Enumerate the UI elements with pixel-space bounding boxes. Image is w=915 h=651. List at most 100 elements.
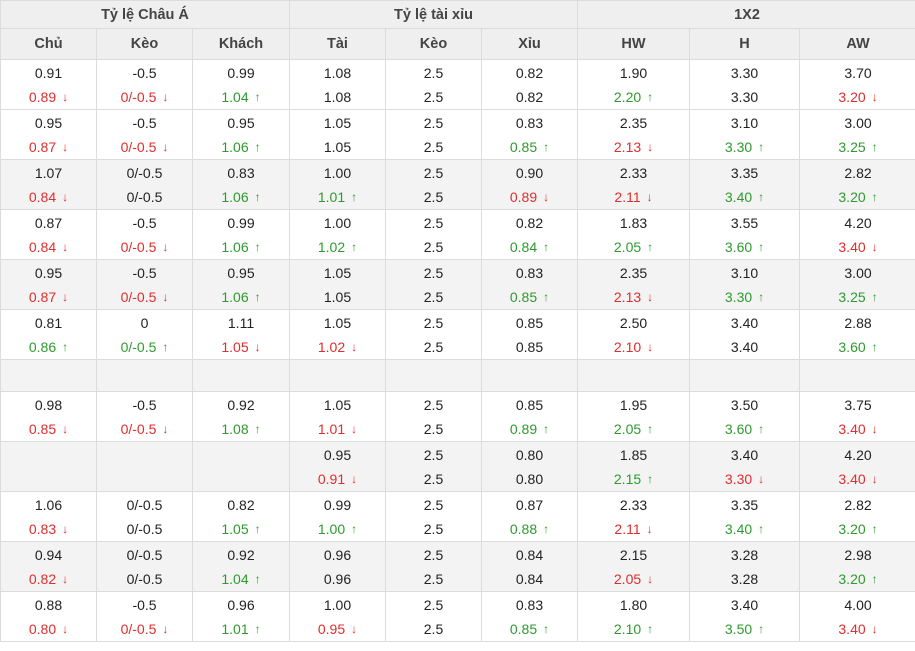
odds-value: 3.40 (730, 315, 759, 331)
odds-cell: 2.33 (577, 159, 691, 185)
arrow-up-icon: ↑ (254, 290, 261, 304)
odds-cell: 1.80 (577, 591, 691, 617)
odds-cell: 0.96 (289, 541, 386, 567)
odds-value: 0.86 (28, 339, 57, 355)
odds-cell: 2.11 ↓ (577, 185, 691, 210)
odds-cell: 3.00 (799, 259, 915, 285)
odds-cell: 3.30 (689, 59, 801, 85)
odds-cell: 3.60 ↑ (689, 235, 801, 260)
arrow-up-icon: ↑ (254, 572, 261, 586)
odds-value: 3.30 (724, 471, 753, 487)
odds-value: 2.15 (613, 471, 642, 487)
odds-cell (96, 467, 193, 492)
odds-cell: 0.95 (192, 259, 290, 285)
odds-cell (192, 441, 290, 467)
odds-cell: 2.5 (385, 259, 482, 285)
odds-value: 2.50 (619, 315, 648, 331)
odds-value: 0.89 (28, 89, 57, 105)
odds-value: 0.95 (227, 115, 255, 131)
odds-value: 2.5 (423, 315, 444, 331)
odds-cell: 0.99 (192, 59, 290, 85)
odds-cell: 3.10 (689, 259, 801, 285)
odds-panel: Tỷ lệ Châu Á Tỷ lệ tài xỉu 1X2 Chủ Kèo K… (0, 0, 915, 651)
odds-cell: 0.95 (0, 259, 97, 285)
arrow-up-icon: ↑ (254, 90, 261, 104)
odds-value: -0.5 (132, 397, 157, 413)
odds-cell: 0.85 ↓ (0, 417, 97, 442)
odds-value: -0.5 (132, 115, 157, 131)
odds-cell: 2.11 ↓ (577, 517, 691, 542)
odds-cell: 1.01 ↓ (289, 417, 386, 442)
odds-cell: 2.5 (385, 617, 482, 642)
odds-value: 2.88 (844, 315, 872, 331)
odds-cell: 2.10 ↑ (577, 617, 691, 642)
odds-cell: 2.05 ↑ (577, 235, 691, 260)
arrow-down-icon: ↓ (758, 472, 765, 486)
odds-value: 1.85 (619, 447, 648, 463)
odds-cell: 2.5 (385, 391, 482, 417)
odds-value: 0.89 (509, 189, 538, 205)
odds-cell: 3.55 (689, 209, 801, 235)
odds-opening-row: 0.94 0/-0.5 0.92 0.96 2.5 0.84 2.15 3.28 2.98 (0, 541, 915, 567)
odds-value: 3.60 (838, 339, 866, 355)
odds-cell: 1.02 ↓ (289, 335, 386, 360)
odds-cell: 1.06 ↑ (192, 235, 290, 260)
odds-value: 3.40 (730, 339, 759, 355)
odds-cell: 2.82 (799, 159, 915, 185)
arrow-down-icon: ↓ (62, 622, 69, 636)
odds-value: 3.20 (838, 89, 866, 105)
odds-cell: 1.05 (289, 285, 386, 310)
odds-cell: 0.92 (192, 541, 290, 567)
odds-value: 2.98 (844, 547, 872, 563)
odds-cell: 1.00 ↑ (289, 517, 386, 542)
odds-cell: 2.5 (385, 185, 482, 210)
odds-value: 2.5 (423, 65, 444, 81)
odds-value: 0.83 (227, 165, 255, 181)
arrow-down-icon: ↓ (647, 572, 654, 586)
odds-cell: 1.01 ↑ (289, 185, 386, 210)
odds-cell: 3.50 (689, 391, 801, 417)
odds-value: 2.5 (423, 447, 444, 463)
odds-value: -0.5 (132, 265, 157, 281)
odds-cell: 3.40 (689, 335, 801, 360)
odds-cell: 0.96 (289, 567, 386, 592)
odds-current-row: 0.84 ↓ 0/-0.5 ↓ 1.06 ↑ 1.02 ↑ 2.5 0.84 ↑ 2.05 ↑ 3.60 ↑… (0, 235, 915, 260)
odds-cell: 0.85 ↑ (480, 135, 579, 160)
odds-cell: 0.96 (192, 591, 290, 617)
odds-cell: 1.02 ↑ (289, 235, 386, 260)
odds-cell: 1.05 (289, 259, 386, 285)
empty-cell (385, 359, 482, 392)
odds-cell: 2.15 ↑ (577, 467, 691, 492)
odds-cell: 0.87 (480, 491, 579, 517)
odds-cell: 1.85 (577, 441, 691, 467)
odds-value: 0.88 (34, 597, 63, 613)
arrow-up-icon: ↑ (758, 190, 765, 204)
odds-value: 0.85 (515, 315, 544, 331)
arrow-down-icon: ↓ (871, 240, 878, 254)
odds-value: 2.35 (619, 265, 648, 281)
arrow-up-icon: ↑ (351, 522, 358, 536)
odds-opening-row: 0.87 -0.5 0.99 1.00 2.5 0.82 1.83 3.55 4.20 (0, 209, 915, 235)
odds-value: 0.92 (227, 397, 255, 413)
odds-value: 0.80 (515, 447, 544, 463)
odds-cell: 1.05 (289, 391, 386, 417)
odds-cell: 3.00 (799, 109, 915, 135)
odds-value: 2.5 (423, 547, 444, 563)
odds-cell: 4.00 (799, 591, 915, 617)
odds-cell: 0.87 ↓ (0, 135, 97, 160)
odds-cell: 0.88 ↑ (480, 517, 579, 542)
odds-value: 2.5 (423, 265, 444, 281)
odds-cell: 0 (96, 309, 193, 335)
odds-cell: 0.84 ↑ (480, 235, 579, 260)
odds-current-row: 0.85 ↓ 0/-0.5 ↓ 1.08 ↑ 1.01 ↓ 2.5 0.89 ↑ 2.05 ↑ 3.60 ↑… (0, 417, 915, 442)
odds-cell: 2.5 (385, 467, 482, 492)
odds-value: 0.96 (323, 571, 352, 587)
odds-cell: 0.89 ↑ (480, 417, 579, 442)
odds-value: 0/-0.5 (120, 421, 157, 437)
odds-cell: 0/-0.5 (96, 541, 193, 567)
odds-value: 0.99 (227, 215, 255, 231)
odds-cell: 3.20 ↑ (799, 185, 915, 210)
odds-value: 0.88 (509, 521, 538, 537)
odds-cell: 2.5 (385, 209, 482, 235)
odds-value: 3.40 (838, 621, 866, 637)
